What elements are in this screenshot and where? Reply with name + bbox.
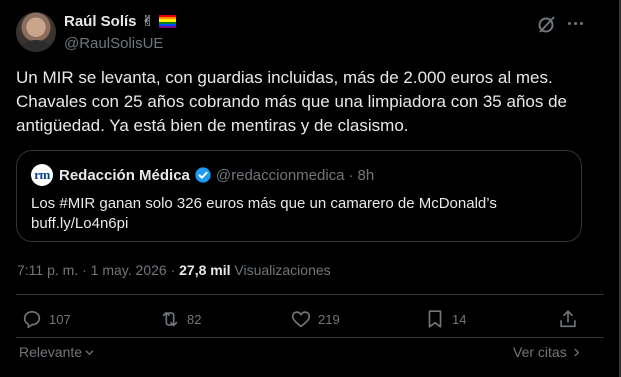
divider-bottom xyxy=(16,337,604,338)
repost-count: 82 xyxy=(187,311,202,327)
reply-button[interactable]: 107 xyxy=(21,308,71,330)
quoted-time[interactable]: 8h xyxy=(358,167,375,184)
quoted-tweet-card[interactable]: rm Redacción Médica @redaccionmedica · 8… xyxy=(16,150,582,242)
reply-icon xyxy=(23,311,41,329)
share-button[interactable] xyxy=(557,308,579,330)
meta-dot: · xyxy=(170,262,176,278)
views-label: Visualizaciones xyxy=(234,262,331,278)
sort-dropdown[interactable]: Relevante xyxy=(19,344,95,360)
repost-icon xyxy=(162,311,178,327)
like-count: 219 xyxy=(318,311,340,327)
bookmark-button[interactable]: 14 xyxy=(424,308,466,330)
quoted-separator: · xyxy=(348,166,354,184)
quoted-author-handle[interactable]: @redaccionmedica xyxy=(216,167,345,184)
tweet-date[interactable]: 1 may. 2026 xyxy=(91,262,167,278)
share-icon xyxy=(560,310,576,328)
reply-count: 107 xyxy=(49,311,71,327)
tweet-meta: 7:11 p. m. · 1 may. 2026 · 27,8 mil Visu… xyxy=(17,262,331,278)
grok-icon[interactable] xyxy=(536,13,558,35)
divider-top xyxy=(16,294,604,295)
author-name[interactable]: Raúl Solís xyxy=(64,13,137,30)
repost-button[interactable]: 82 xyxy=(159,308,201,330)
victory-hand-emoji: ✌ xyxy=(141,13,155,30)
more-options-icon[interactable] xyxy=(563,11,587,35)
author-handle[interactable]: @RaulSolisUE xyxy=(64,35,163,52)
quoted-author-name[interactable]: Redacción Médica xyxy=(59,167,190,184)
author-name-row: Raúl Solís ✌ xyxy=(64,13,177,30)
chevron-down-icon xyxy=(85,349,94,355)
view-quotes-label: Ver citas xyxy=(513,344,567,360)
meta-dot: · xyxy=(82,262,87,278)
tweet-time[interactable]: 7:11 p. m. xyxy=(17,262,78,278)
rainbow-flag-icon xyxy=(159,15,177,29)
quoted-tweet-header: Redacción Médica @redaccionmedica · 8h xyxy=(59,166,374,184)
tweet-text: Un MIR se levanta, con guardias incluida… xyxy=(16,68,567,135)
bookmark-count: 14 xyxy=(452,311,467,327)
bookmark-icon xyxy=(428,310,442,328)
verified-badge-icon xyxy=(195,167,211,183)
chevron-right-icon xyxy=(574,348,579,356)
views-count: 27,8 mil xyxy=(179,262,231,278)
like-button[interactable]: 219 xyxy=(290,308,340,330)
quoted-author-avatar[interactable]: rm xyxy=(31,164,53,186)
quoted-tweet-text: Los #MIR ganan solo 326 euros más que un… xyxy=(31,195,497,232)
view-quotes-link[interactable]: Ver citas xyxy=(513,344,582,360)
sort-label: Relevante xyxy=(19,344,83,360)
heart-icon xyxy=(291,311,311,328)
author-avatar[interactable] xyxy=(16,12,56,52)
